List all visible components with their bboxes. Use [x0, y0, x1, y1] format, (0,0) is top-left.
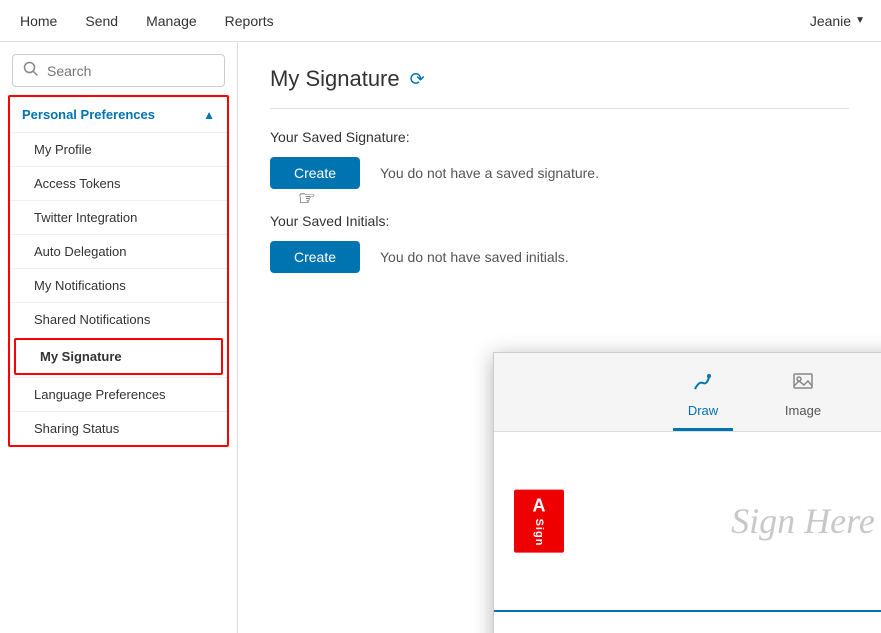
dialog-body[interactable]: A Sign Sign Here — [494, 432, 881, 612]
section-label: Personal Preferences — [22, 107, 155, 122]
content-area: My Signature ⟳ Your Saved Signature: Cre… — [238, 42, 881, 633]
sign-here-placeholder: Sign Here — [731, 500, 875, 542]
tab-draw-label: Draw — [688, 403, 718, 418]
adobe-logo-icon: A — [533, 496, 546, 517]
saved-initials-label: Your Saved Initials: — [270, 213, 849, 229]
create-initials-button[interactable]: Create — [270, 241, 360, 273]
draw-icon — [691, 369, 715, 399]
create-signature-button[interactable]: Create — [270, 157, 360, 189]
personal-preferences-header[interactable]: Personal Preferences ▲ — [10, 97, 227, 132]
refresh-icon[interactable]: ⟳ — [410, 69, 425, 90]
sidebar-item-my-signature[interactable]: My Signature — [14, 338, 223, 375]
sidebar-item-language-preferences[interactable]: Language Preferences — [10, 377, 227, 411]
adobe-sign-badge: A Sign — [514, 490, 564, 553]
adobe-sign-text: Sign — [533, 519, 545, 547]
user-name: Jeanie — [810, 13, 851, 29]
hand-cursor-icon: ☞ — [298, 186, 316, 211]
sidebar-item-shared-notifications[interactable]: Shared Notifications — [10, 302, 227, 336]
search-icon — [23, 61, 39, 80]
nav-send[interactable]: Send — [81, 3, 122, 39]
tab-image-label: Image — [785, 403, 821, 418]
sidebar-item-access-tokens[interactable]: Access Tokens — [10, 166, 227, 200]
nav-manage[interactable]: Manage — [142, 3, 201, 39]
chevron-up-icon: ▲ — [203, 108, 215, 122]
create-signature-wrapper: Create ☞ — [270, 157, 360, 189]
page-title-container: My Signature ⟳ — [270, 66, 849, 109]
dialog-footer: Close Apply — [494, 612, 881, 633]
tab-mobile[interactable]: Mobile — [873, 369, 881, 431]
image-icon — [791, 369, 815, 399]
saved-signature-section: Your Saved Signature: Create ☞ You do no… — [270, 129, 849, 189]
no-signature-text: You do not have a saved signature. — [380, 165, 599, 181]
sidebar: Personal Preferences ▲ My Profile Access… — [0, 42, 238, 633]
sidebar-item-my-notifications[interactable]: My Notifications — [10, 268, 227, 302]
nav-reports[interactable]: Reports — [221, 3, 278, 39]
sidebar-item-twitter-integration[interactable]: Twitter Integration — [10, 200, 227, 234]
personal-preferences-section: Personal Preferences ▲ My Profile Access… — [8, 95, 229, 447]
signature-dialog: Draw Image — [493, 352, 881, 633]
no-initials-text: You do not have saved initials. — [380, 249, 569, 265]
saved-initials-section: Your Saved Initials: Create You do not h… — [270, 213, 849, 273]
tab-image[interactable]: Image — [773, 369, 833, 431]
sidebar-item-auto-delegation[interactable]: Auto Delegation — [10, 234, 227, 268]
nav-items: Home Send Manage Reports — [16, 3, 278, 39]
main-container: Personal Preferences ▲ My Profile Access… — [0, 42, 881, 633]
sidebar-items-list: My Profile Access Tokens Twitter Integra… — [10, 132, 227, 445]
tab-draw[interactable]: Draw — [673, 369, 733, 431]
sidebar-item-sharing-status[interactable]: Sharing Status — [10, 411, 227, 445]
signature-row: Create ☞ You do not have a saved signatu… — [270, 157, 849, 189]
top-navigation: Home Send Manage Reports Jeanie ▼ — [0, 0, 881, 42]
search-input[interactable] — [47, 63, 214, 79]
dialog-tabs: Draw Image — [494, 353, 881, 432]
search-box[interactable] — [12, 54, 225, 87]
nav-home[interactable]: Home — [16, 3, 61, 39]
sidebar-item-my-profile[interactable]: My Profile — [10, 132, 227, 166]
page-title: My Signature — [270, 66, 400, 92]
user-menu[interactable]: Jeanie ▼ — [810, 13, 865, 29]
saved-signature-label: Your Saved Signature: — [270, 129, 849, 145]
initials-row: Create You do not have saved initials. — [270, 241, 849, 273]
user-menu-arrow-icon: ▼ — [855, 15, 865, 26]
